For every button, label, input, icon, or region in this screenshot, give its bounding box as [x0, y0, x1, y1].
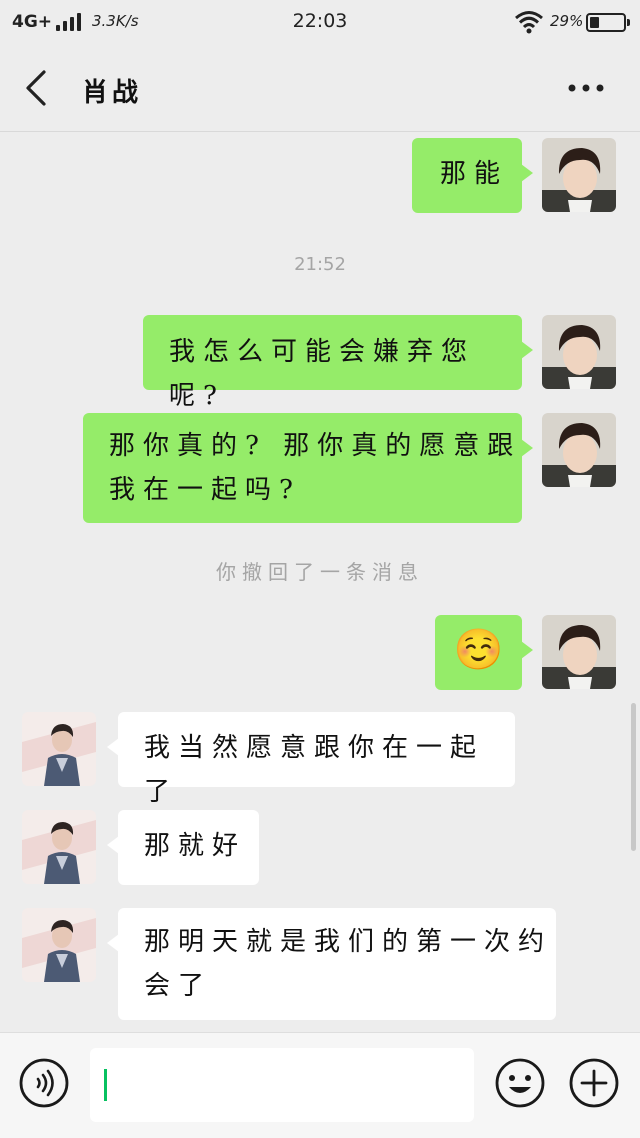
message-text: 那能 [440, 159, 509, 189]
more-functions-button[interactable] [568, 1057, 620, 1109]
message-bubble-received[interactable]: 那就好 [107, 810, 259, 885]
more-dots-icon [568, 84, 604, 92]
message-text-line: 那明天就是我们的第一次约 [144, 927, 553, 957]
emoji-icon [495, 1058, 545, 1108]
contact-avatar[interactable] [22, 810, 96, 884]
input-bar [0, 1032, 640, 1138]
message-input[interactable] [90, 1048, 474, 1122]
smiling-face-emoji: ☺️ [453, 627, 504, 673]
more-button[interactable] [566, 76, 606, 100]
message-text-line: 我在一起吗? [109, 475, 301, 505]
message-bubble-sent[interactable]: 我怎么可能会嫌弃您呢? [143, 315, 533, 411]
scrollbar[interactable] [631, 703, 636, 851]
message-bubble-sent[interactable]: 那能 [412, 138, 533, 213]
my-avatar[interactable] [542, 413, 616, 487]
message-text-line: 那你真的? 那你真的愿意跟 [109, 431, 522, 461]
my-avatar[interactable] [542, 315, 616, 389]
contact-avatar[interactable] [22, 908, 96, 982]
chat-header: 肖战 [0, 44, 640, 132]
chat-title: 肖战 [82, 78, 143, 108]
message-text: 我当然愿意跟你在一起了 [144, 733, 485, 807]
battery-level [590, 17, 599, 28]
contact-avatar[interactable] [22, 712, 96, 786]
recall-notice: 你撤回了一条消息 [216, 560, 424, 584]
battery-percent: 29% [550, 12, 584, 30]
message-bubble-received[interactable]: 那明天就是我们的第一次约 会了 [107, 908, 556, 1020]
back-button[interactable] [18, 66, 58, 110]
chevron-left-icon [26, 70, 46, 106]
voice-button[interactable] [18, 1057, 70, 1109]
emoji-button[interactable] [494, 1057, 546, 1109]
message-bubble-received[interactable]: 我当然愿意跟你在一起了 [107, 712, 515, 807]
my-avatar[interactable] [542, 138, 616, 212]
message-text: 那就好 [144, 831, 247, 861]
my-avatar[interactable] [542, 615, 616, 689]
message-bubble-sent[interactable]: 那你真的? 那你真的愿意跟 我在一起吗? [83, 413, 533, 523]
plus-icon [569, 1058, 619, 1108]
message-text: 我怎么可能会嫌弃您呢? [169, 337, 476, 411]
clock: 22:03 [292, 10, 348, 32]
message-bubble-sent[interactable]: ☺️ [435, 615, 533, 690]
voice-icon [19, 1058, 69, 1108]
text-cursor [104, 1069, 107, 1101]
timestamp: 21:52 [294, 254, 346, 275]
status-bar: 4G+ 3.3K/s 22:03 29% [0, 0, 640, 44]
wifi-icon [514, 10, 544, 34]
message-text-line: 会了 [144, 971, 213, 1001]
battery-icon [586, 13, 630, 32]
